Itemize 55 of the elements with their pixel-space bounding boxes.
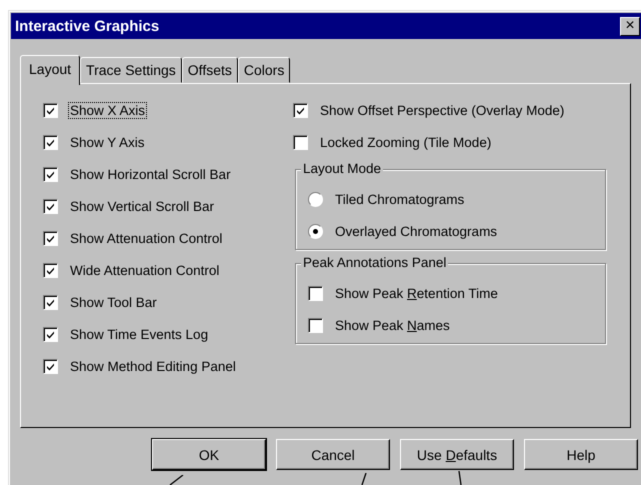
checkbox-label[interactable]: Show Time Events Log [68,326,210,343]
window-title: Interactive Graphics [15,18,160,34]
radio-button[interactable] [308,224,323,239]
dialog-button[interactable]: Cancel [276,439,390,470]
checkbox-label[interactable]: Show Vertical Scroll Bar [68,198,216,215]
checkbox[interactable] [43,327,58,342]
checkbox-label[interactable]: Show Method Editing Panel [68,358,238,375]
checkbox[interactable] [43,167,58,182]
dialog-button[interactable]: Use Defaults [400,439,514,470]
check-icon [46,266,55,275]
checkbox-label[interactable]: Wide Attenuation Control [68,262,222,279]
check-icon [46,362,55,371]
checkbox[interactable] [293,135,308,150]
checkbox[interactable] [43,135,58,150]
checkbox[interactable] [43,263,58,278]
checkbox-label[interactable]: Show Offset Perspective (Overlay Mode) [318,102,566,119]
checkbox-label[interactable]: Show X Axis [68,102,148,119]
leader-line [169,475,185,485]
checkbox[interactable] [43,199,58,214]
checkbox-label[interactable]: Show Tool Bar [68,294,159,311]
checkbox-label[interactable]: Show Peak Retention Time [333,285,500,302]
dialog-button[interactable]: Help [524,439,638,470]
radio-button[interactable] [308,192,323,207]
checkbox[interactable] [293,103,308,118]
tab[interactable]: Colors [238,57,290,83]
checkbox-label[interactable]: Show Y Axis [68,134,147,151]
checkbox[interactable] [43,103,58,118]
checkbox[interactable] [43,231,58,246]
leader-line [361,473,367,485]
checkbox-label[interactable]: Show Horizontal Scroll Bar [68,166,233,183]
check-icon [46,298,55,307]
checkbox[interactable] [43,295,58,310]
tab[interactable]: Layout [20,55,80,85]
checkbox-label[interactable]: Show Peak Names [333,317,452,334]
checkbox[interactable] [308,286,323,301]
radio-label[interactable]: Overlayed Chromatograms [333,223,500,240]
check-icon [296,106,305,115]
check-icon [46,202,55,211]
leader-line [458,471,463,485]
check-icon [46,170,55,179]
tab[interactable]: Offsets [182,57,238,83]
radio-label[interactable]: Tiled Chromatograms [333,191,466,208]
checkbox-label[interactable]: Show Attenuation Control [68,230,224,247]
check-icon [46,234,55,243]
group-title: Peak Annotations Panel [301,255,448,270]
checkbox[interactable] [43,359,58,374]
checkbox-label[interactable]: Locked Zooming (Tile Mode) [318,134,494,151]
close-button[interactable]: × [620,16,640,36]
group-title: Layout Mode [301,161,384,176]
dialog-button[interactable]: OK [152,439,266,470]
tab[interactable]: Trace Settings [80,57,182,83]
check-icon [46,106,55,115]
checkbox[interactable] [308,318,323,333]
check-icon [46,330,55,339]
check-icon [46,138,55,147]
